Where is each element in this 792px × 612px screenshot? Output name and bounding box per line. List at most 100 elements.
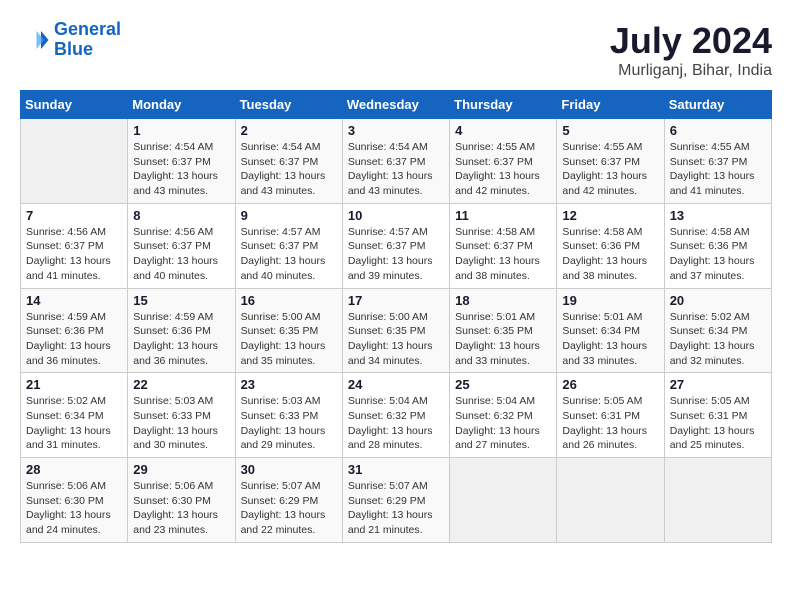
day-cell: 20 Sunrise: 5:02 AMSunset: 6:34 PMDaylig… — [664, 288, 771, 373]
day-number: 17 — [348, 293, 444, 308]
day-number: 1 — [133, 123, 229, 138]
day-info: Sunrise: 5:07 AMSunset: 6:29 PMDaylight:… — [241, 479, 337, 538]
header-cell-tuesday: Tuesday — [235, 91, 342, 119]
day-info: Sunrise: 5:04 AMSunset: 6:32 PMDaylight:… — [455, 394, 551, 453]
day-info: Sunrise: 4:57 AMSunset: 6:37 PMDaylight:… — [348, 225, 444, 284]
day-cell: 26 Sunrise: 5:05 AMSunset: 6:31 PMDaylig… — [557, 373, 664, 458]
day-cell — [557, 458, 664, 543]
day-cell: 27 Sunrise: 5:05 AMSunset: 6:31 PMDaylig… — [664, 373, 771, 458]
header-row: SundayMondayTuesdayWednesdayThursdayFrid… — [21, 91, 772, 119]
day-cell: 12 Sunrise: 4:58 AMSunset: 6:36 PMDaylig… — [557, 203, 664, 288]
day-info: Sunrise: 4:59 AMSunset: 6:36 PMDaylight:… — [26, 310, 122, 369]
week-row-2: 7 Sunrise: 4:56 AMSunset: 6:37 PMDayligh… — [21, 203, 772, 288]
day-info: Sunrise: 5:02 AMSunset: 6:34 PMDaylight:… — [26, 394, 122, 453]
day-cell — [664, 458, 771, 543]
day-number: 12 — [562, 208, 658, 223]
day-number: 2 — [241, 123, 337, 138]
page-header: General Blue July 2024 Murliganj, Bihar,… — [20, 20, 772, 80]
header-cell-thursday: Thursday — [450, 91, 557, 119]
logo-text: General Blue — [54, 20, 121, 60]
calendar-body: 1 Sunrise: 4:54 AMSunset: 6:37 PMDayligh… — [21, 119, 772, 543]
day-info: Sunrise: 4:57 AMSunset: 6:37 PMDaylight:… — [241, 225, 337, 284]
day-number: 9 — [241, 208, 337, 223]
day-info: Sunrise: 4:58 AMSunset: 6:37 PMDaylight:… — [455, 225, 551, 284]
day-number: 15 — [133, 293, 229, 308]
day-info: Sunrise: 5:01 AMSunset: 6:35 PMDaylight:… — [455, 310, 551, 369]
day-number: 22 — [133, 377, 229, 392]
day-info: Sunrise: 4:54 AMSunset: 6:37 PMDaylight:… — [133, 140, 229, 199]
day-number: 28 — [26, 462, 122, 477]
day-cell: 19 Sunrise: 5:01 AMSunset: 6:34 PMDaylig… — [557, 288, 664, 373]
day-cell: 15 Sunrise: 4:59 AMSunset: 6:36 PMDaylig… — [128, 288, 235, 373]
day-info: Sunrise: 4:55 AMSunset: 6:37 PMDaylight:… — [455, 140, 551, 199]
day-info: Sunrise: 4:54 AMSunset: 6:37 PMDaylight:… — [241, 140, 337, 199]
header-cell-saturday: Saturday — [664, 91, 771, 119]
day-cell: 13 Sunrise: 4:58 AMSunset: 6:36 PMDaylig… — [664, 203, 771, 288]
week-row-4: 21 Sunrise: 5:02 AMSunset: 6:34 PMDaylig… — [21, 373, 772, 458]
day-cell — [21, 119, 128, 204]
day-info: Sunrise: 5:05 AMSunset: 6:31 PMDaylight:… — [670, 394, 766, 453]
day-info: Sunrise: 5:00 AMSunset: 6:35 PMDaylight:… — [348, 310, 444, 369]
day-info: Sunrise: 5:07 AMSunset: 6:29 PMDaylight:… — [348, 479, 444, 538]
calendar-header: SundayMondayTuesdayWednesdayThursdayFrid… — [21, 91, 772, 119]
day-cell: 8 Sunrise: 4:56 AMSunset: 6:37 PMDayligh… — [128, 203, 235, 288]
day-number: 25 — [455, 377, 551, 392]
day-number: 14 — [26, 293, 122, 308]
day-info: Sunrise: 5:05 AMSunset: 6:31 PMDaylight:… — [562, 394, 658, 453]
day-cell: 23 Sunrise: 5:03 AMSunset: 6:33 PMDaylig… — [235, 373, 342, 458]
day-number: 27 — [670, 377, 766, 392]
day-info: Sunrise: 5:03 AMSunset: 6:33 PMDaylight:… — [133, 394, 229, 453]
day-number: 5 — [562, 123, 658, 138]
day-cell: 14 Sunrise: 4:59 AMSunset: 6:36 PMDaylig… — [21, 288, 128, 373]
day-number: 6 — [670, 123, 766, 138]
day-number: 29 — [133, 462, 229, 477]
day-info: Sunrise: 4:55 AMSunset: 6:37 PMDaylight:… — [670, 140, 766, 199]
day-info: Sunrise: 5:04 AMSunset: 6:32 PMDaylight:… — [348, 394, 444, 453]
day-number: 11 — [455, 208, 551, 223]
day-number: 7 — [26, 208, 122, 223]
day-info: Sunrise: 5:06 AMSunset: 6:30 PMDaylight:… — [133, 479, 229, 538]
header-cell-wednesday: Wednesday — [342, 91, 449, 119]
day-cell: 5 Sunrise: 4:55 AMSunset: 6:37 PMDayligh… — [557, 119, 664, 204]
day-number: 16 — [241, 293, 337, 308]
day-number: 3 — [348, 123, 444, 138]
header-cell-friday: Friday — [557, 91, 664, 119]
day-cell: 10 Sunrise: 4:57 AMSunset: 6:37 PMDaylig… — [342, 203, 449, 288]
day-cell: 30 Sunrise: 5:07 AMSunset: 6:29 PMDaylig… — [235, 458, 342, 543]
day-cell: 7 Sunrise: 4:56 AMSunset: 6:37 PMDayligh… — [21, 203, 128, 288]
day-cell: 4 Sunrise: 4:55 AMSunset: 6:37 PMDayligh… — [450, 119, 557, 204]
day-cell — [450, 458, 557, 543]
week-row-1: 1 Sunrise: 4:54 AMSunset: 6:37 PMDayligh… — [21, 119, 772, 204]
logo: General Blue — [20, 20, 121, 60]
day-info: Sunrise: 4:59 AMSunset: 6:36 PMDaylight:… — [133, 310, 229, 369]
day-info: Sunrise: 4:55 AMSunset: 6:37 PMDaylight:… — [562, 140, 658, 199]
day-cell: 22 Sunrise: 5:03 AMSunset: 6:33 PMDaylig… — [128, 373, 235, 458]
day-number: 24 — [348, 377, 444, 392]
day-info: Sunrise: 5:00 AMSunset: 6:35 PMDaylight:… — [241, 310, 337, 369]
logo-line1: General — [54, 19, 121, 39]
day-cell: 16 Sunrise: 5:00 AMSunset: 6:35 PMDaylig… — [235, 288, 342, 373]
header-cell-sunday: Sunday — [21, 91, 128, 119]
day-number: 4 — [455, 123, 551, 138]
day-info: Sunrise: 4:58 AMSunset: 6:36 PMDaylight:… — [562, 225, 658, 284]
day-number: 20 — [670, 293, 766, 308]
week-row-5: 28 Sunrise: 5:06 AMSunset: 6:30 PMDaylig… — [21, 458, 772, 543]
day-info: Sunrise: 4:56 AMSunset: 6:37 PMDaylight:… — [26, 225, 122, 284]
day-cell: 29 Sunrise: 5:06 AMSunset: 6:30 PMDaylig… — [128, 458, 235, 543]
day-number: 31 — [348, 462, 444, 477]
day-cell: 1 Sunrise: 4:54 AMSunset: 6:37 PMDayligh… — [128, 119, 235, 204]
month-year: July 2024 — [610, 20, 772, 62]
day-cell: 28 Sunrise: 5:06 AMSunset: 6:30 PMDaylig… — [21, 458, 128, 543]
day-cell: 17 Sunrise: 5:00 AMSunset: 6:35 PMDaylig… — [342, 288, 449, 373]
day-info: Sunrise: 5:06 AMSunset: 6:30 PMDaylight:… — [26, 479, 122, 538]
day-info: Sunrise: 4:58 AMSunset: 6:36 PMDaylight:… — [670, 225, 766, 284]
day-number: 8 — [133, 208, 229, 223]
day-info: Sunrise: 4:54 AMSunset: 6:37 PMDaylight:… — [348, 140, 444, 199]
day-number: 18 — [455, 293, 551, 308]
day-number: 21 — [26, 377, 122, 392]
day-cell: 31 Sunrise: 5:07 AMSunset: 6:29 PMDaylig… — [342, 458, 449, 543]
logo-line2: Blue — [54, 39, 93, 59]
title-block: July 2024 Murliganj, Bihar, India — [610, 20, 772, 80]
day-number: 26 — [562, 377, 658, 392]
header-cell-monday: Monday — [128, 91, 235, 119]
